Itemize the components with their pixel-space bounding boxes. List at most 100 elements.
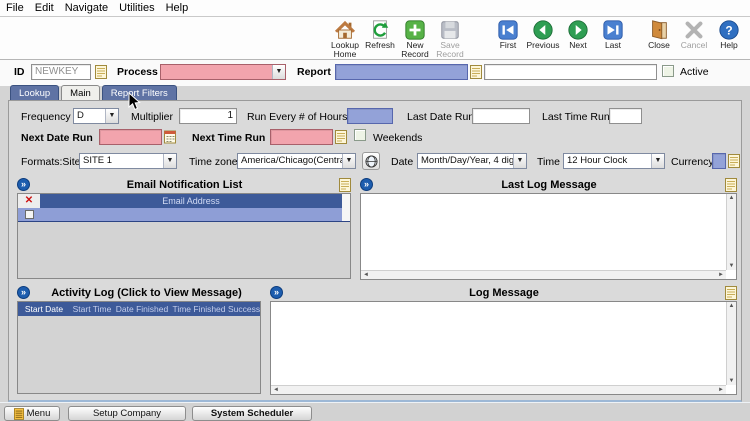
email-panel-header: » Email Notification List — [15, 177, 353, 192]
date-format-value: Month/Day/Year, 4 digits — [421, 155, 524, 166]
next-date-run-field[interactable] — [99, 129, 162, 145]
new-record-button[interactable]: New Record — [398, 19, 432, 59]
report-name-field[interactable] — [484, 64, 657, 80]
menu-edit[interactable]: Edit — [35, 2, 54, 14]
menu-file[interactable]: File — [6, 2, 24, 14]
currency-lookup-icon[interactable] — [728, 154, 740, 168]
timezone-sync-button[interactable] — [362, 152, 380, 170]
last-date-run-field[interactable] — [472, 108, 530, 124]
formats-site-label: Formats:Site — [21, 156, 81, 168]
email-scroll-gutter — [342, 208, 350, 221]
scroll-up-icon[interactable]: ▲ — [729, 195, 735, 201]
dropdown-arrow-icon: ▼ — [342, 154, 355, 168]
run-every-hours-field[interactable] — [347, 108, 393, 124]
tab-lookup[interactable]: Lookup — [10, 85, 60, 100]
multiplier-field[interactable]: 1 — [179, 108, 237, 124]
email-notepad-icon[interactable] — [339, 177, 351, 192]
refresh-button[interactable]: Refresh — [363, 19, 397, 50]
scroll-down-icon[interactable]: ▼ — [729, 263, 735, 269]
menu-navigate[interactable]: Navigate — [65, 2, 108, 14]
scroll-right-icon[interactable]: ► — [718, 387, 724, 393]
horizontal-scrollbar[interactable]: ◄ ► — [361, 270, 726, 279]
email-cell[interactable] — [40, 208, 342, 221]
last-log-notepad-icon[interactable] — [725, 177, 737, 192]
system-scheduler-button[interactable]: System Scheduler — [192, 406, 312, 421]
scroll-left-icon[interactable]: ◄ — [273, 387, 279, 393]
start-time-column-header[interactable]: Start Time — [70, 302, 114, 316]
report-lookup-icon[interactable] — [470, 65, 482, 79]
next-record-button[interactable]: Next — [561, 19, 595, 50]
horizontal-scrollbar[interactable]: ◄ ► — [271, 385, 726, 394]
next-date-run-label: Next Date Run — [21, 132, 93, 144]
menu-utilities[interactable]: Utilities — [119, 2, 154, 14]
last-log-textarea[interactable]: ▲ ▼ ◄ ► — [360, 193, 737, 280]
menu-help[interactable]: Help — [166, 2, 189, 14]
last-time-run-label: Last Time Run — [542, 111, 610, 123]
expand-panel-icon[interactable]: » — [17, 178, 30, 191]
scroll-down-icon[interactable]: ▼ — [729, 378, 735, 384]
last-icon — [603, 20, 623, 40]
frequency-dropdown[interactable]: D ▼ — [73, 108, 119, 124]
previous-record-button[interactable]: Previous — [526, 19, 560, 50]
currency-field[interactable] — [712, 153, 726, 169]
email-address-column-header[interactable]: Email Address — [40, 194, 342, 208]
id-lookup-icon[interactable] — [95, 65, 107, 79]
report-label: Report — [297, 66, 331, 78]
help-button[interactable]: ? Help — [712, 19, 746, 50]
system-scheduler-label: System Scheduler — [210, 408, 294, 419]
activity-log-panel: » Activity Log (Click to View Message) S… — [15, 285, 263, 397]
time-zone-dropdown[interactable]: America/Chicago(Central Stan ▼ — [237, 153, 356, 169]
vertical-scrollbar[interactable]: ▲ ▼ — [726, 302, 736, 385]
report-field[interactable] — [335, 64, 468, 80]
log-textarea[interactable]: ▲ ▼ ◄ ► — [270, 301, 737, 395]
application-window: File Edit Navigate Utilities Help Lookup… — [0, 0, 750, 421]
time-lookup-icon[interactable] — [335, 130, 347, 144]
email-notification-panel: » Email Notification List ✕ Email Addres… — [15, 177, 353, 281]
menu-bar: File Edit Navigate Utilities Help — [0, 0, 750, 17]
email-scroll-gutter — [342, 194, 350, 208]
menu-button[interactable]: Menu — [4, 406, 60, 421]
vertical-scrollbar[interactable]: ▲ ▼ — [726, 194, 736, 270]
scroll-up-icon[interactable]: ▲ — [729, 303, 735, 309]
last-time-run-field[interactable] — [609, 108, 642, 124]
last-record-button[interactable]: Last — [596, 19, 630, 50]
lookup-home-button[interactable]: Lookup Home — [328, 19, 362, 59]
expand-panel-icon[interactable]: » — [17, 286, 30, 299]
save-record-icon — [441, 21, 459, 39]
date-format-label: Date — [391, 156, 414, 168]
frequency-value: D — [77, 110, 84, 121]
toolbar-label: Next — [569, 40, 587, 50]
active-checkbox[interactable] — [662, 65, 674, 77]
toolbar-label: First — [499, 40, 517, 50]
setup-company-button[interactable]: Setup Company — [68, 406, 186, 421]
formats-site-dropdown[interactable]: SITE 1 ▼ — [79, 153, 177, 169]
time-format-label: Time — [537, 156, 560, 168]
process-dropdown[interactable]: ▼ — [160, 64, 286, 80]
close-button[interactable]: Close — [642, 19, 676, 50]
expand-panel-icon[interactable]: » — [270, 286, 283, 299]
email-table-header: ✕ Email Address — [18, 194, 350, 208]
scroll-right-icon[interactable]: ► — [718, 272, 724, 278]
weekends-label: Weekends — [373, 132, 423, 144]
time-format-value: 12 Hour Clock — [567, 155, 628, 166]
next-time-run-field[interactable] — [270, 129, 333, 145]
dropdown-arrow-icon: ▼ — [163, 154, 176, 168]
expand-panel-icon[interactable]: » — [360, 178, 373, 191]
email-table-row[interactable] — [18, 208, 350, 222]
time-finished-column-header[interactable]: Time Finished — [170, 302, 228, 316]
weekends-checkbox[interactable] — [354, 129, 366, 141]
success-column-header[interactable]: Success — [228, 302, 260, 316]
first-record-button[interactable]: First — [491, 19, 525, 50]
date-format-dropdown[interactable]: Month/Day/Year, 4 digits ▼ — [417, 153, 527, 169]
delete-row-icon[interactable]: ✕ — [18, 194, 40, 208]
log-notepad-icon[interactable] — [725, 285, 737, 300]
time-format-dropdown[interactable]: 12 Hour Clock ▼ — [563, 153, 665, 169]
row-checkbox[interactable] — [24, 210, 34, 219]
calendar-icon[interactable] — [164, 130, 176, 144]
id-field[interactable]: NEWKEY — [31, 64, 91, 80]
date-finished-column-header[interactable]: Date Finished — [114, 302, 170, 316]
start-date-column-header[interactable]: Start Date — [18, 302, 70, 316]
save-record-button: Save Record — [433, 19, 467, 59]
tab-main[interactable]: Main — [61, 85, 100, 101]
scroll-left-icon[interactable]: ◄ — [363, 272, 369, 278]
